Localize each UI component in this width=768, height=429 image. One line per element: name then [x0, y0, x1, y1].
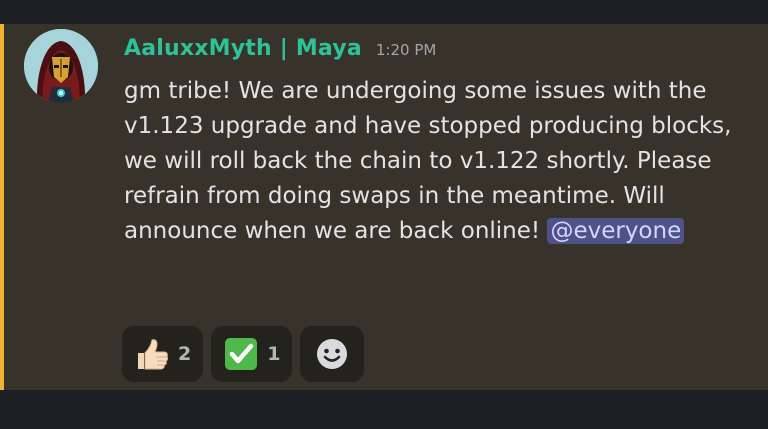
- reaction-check-mark[interactable]: 1: [211, 326, 293, 382]
- hooded-figure-avatar-icon: [24, 29, 98, 103]
- mention-highlight-bar: [0, 24, 4, 390]
- message-header: AaluxxMyth | Maya 1:20 PM: [124, 36, 436, 66]
- add-reaction-button[interactable]: [300, 326, 365, 382]
- reactions-bar: 2 1: [122, 326, 365, 382]
- check-mark-button-icon: [223, 336, 259, 372]
- username[interactable]: AaluxxMyth | Maya: [124, 36, 362, 61]
- top-bar: [0, 0, 768, 24]
- chat-message[interactable]: AaluxxMyth | Maya 1:20 PM gm tribe! We a…: [0, 24, 768, 390]
- smiley-face-icon: [314, 336, 350, 372]
- reaction-count: 2: [178, 343, 192, 365]
- everyone-mention[interactable]: @everyone: [547, 218, 685, 244]
- message-content: gm tribe! We are undergoing some issues …: [124, 74, 752, 249]
- user-avatar[interactable]: [24, 29, 98, 103]
- reaction-count: 1: [267, 343, 281, 365]
- timestamp[interactable]: 1:20 PM: [376, 41, 436, 59]
- reaction-thumbs-up[interactable]: 2: [122, 326, 204, 382]
- thumbs-up-icon: [134, 336, 170, 372]
- bottom-bar: [0, 390, 768, 429]
